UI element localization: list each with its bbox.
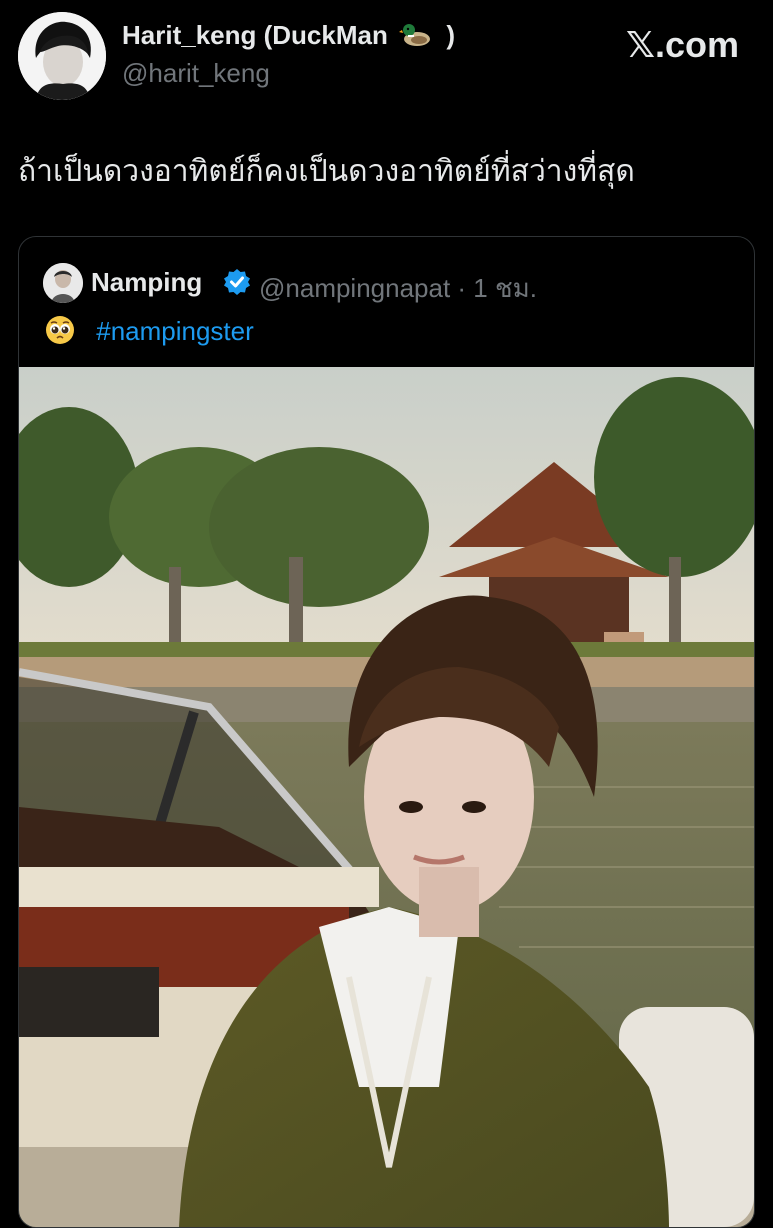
x-brand-logo: 𝕏.com <box>625 24 739 65</box>
author-display-name[interactable]: Harit_keng (DuckMan ) <box>122 20 455 51</box>
person-on-boat-image <box>19 367 754 1227</box>
duck-emoji-icon <box>399 24 431 46</box>
quoted-tweet-photo[interactable] <box>19 367 754 1227</box>
author-avatar[interactable] <box>18 12 106 100</box>
verified-badge-icon <box>224 269 250 295</box>
hashtag-link[interactable]: #nampingster <box>96 316 254 346</box>
author-handle[interactable]: @harit_keng <box>122 58 270 89</box>
quoted-tweet-card[interactable]: Namping @nampingnapat · 1 ชม. #nampingst… <box>18 236 755 1228</box>
quoted-tweet-text: #nampingster <box>45 315 254 347</box>
quoted-author-avatar[interactable] <box>43 263 83 303</box>
avatar-portrait-image <box>18 12 106 100</box>
tweet-text: ถ้าเป็นดวงอาทิตย์ก็คงเป็นดวงอาทิตย์ที่สว… <box>18 155 635 188</box>
quoted-avatar-image <box>43 263 83 303</box>
quoted-display-name[interactable]: Namping <box>91 267 202 298</box>
quoted-handle-and-time[interactable]: @nampingnapat · 1 ชม. <box>259 268 537 309</box>
pleading-face-emoji-icon <box>46 316 74 344</box>
